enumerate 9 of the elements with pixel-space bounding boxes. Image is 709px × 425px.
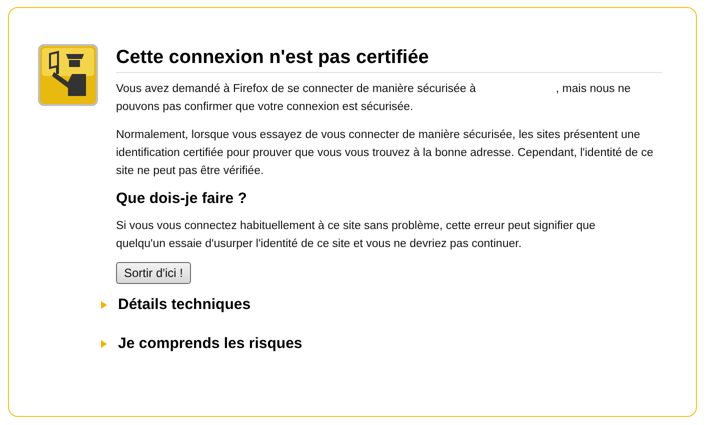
intro-paragraph: Vous avez demandé à Firefox de se connecter de manière sécurisée à , mais nous ne pouvons pas confirmer que votre connexion est sécurisée. <box>116 82 632 115</box>
expander[interactable]: Je comprends les risques <box>100 332 302 355</box>
explanation-paragraph: Normalement, lorsque vous essayez de vous connecter de manière sécurisée, les sites présentent une identification certifiée pour prouver que vous vous trouvez à la bonne adresse. Cependant, l'identité de ce site ne peut pas être vérifiée. <box>116 128 654 179</box>
advice-paragraph: Si vous vous connectez habituellement à ce site sans problème, cette erreur peut signifier que quelqu'un essaie d'usurper l'identité de ce site et vous ne devriez pas continuer. <box>116 219 596 252</box>
leave-button[interactable]: Sortir d'ici ! <box>116 262 191 284</box>
section-heading: Que dois-je faire ? <box>116 190 248 208</box>
page-title: Cette connexion n'est pas certifiée <box>116 46 430 70</box>
officer-icon <box>38 44 98 106</box>
expander[interactable]: Détails techniques <box>100 294 251 316</box>
